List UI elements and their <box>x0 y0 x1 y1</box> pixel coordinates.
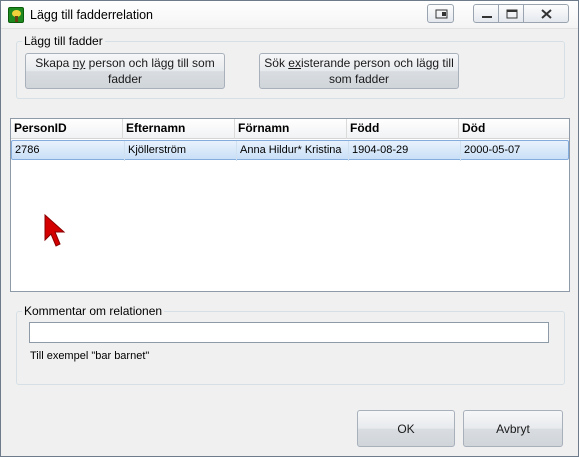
column-header-fornamn[interactable]: Förnamn <box>235 119 347 139</box>
close-button[interactable] <box>523 4 569 23</box>
table-header: PersonID Efternamn Förnamn Född Död <box>11 119 569 139</box>
maximize-icon <box>506 9 518 19</box>
column-header-efternamn[interactable]: Efternamn <box>123 119 235 139</box>
extra-window-button[interactable] <box>427 4 454 23</box>
search-existing-person-label: Sök existerande person och lägg till som… <box>264 56 454 86</box>
minimize-button[interactable] <box>473 4 499 23</box>
minimize-icon <box>482 16 492 18</box>
create-new-person-button[interactable]: Skapa ny person och lägg till som fadder <box>25 53 225 89</box>
cell-dod: 2000-05-07 <box>460 141 569 161</box>
window-menu-icon <box>435 9 448 19</box>
window-title: Lägg till fadderrelation <box>30 8 153 22</box>
comment-legend: Kommentar om relationen <box>24 304 163 318</box>
comment-hint: Till exempel "bar barnet" <box>30 350 150 362</box>
add-godparent-legend: Lägg till fadder <box>24 34 103 48</box>
mouse-cursor-icon <box>44 214 66 247</box>
cell-efternamn: Kjöllerström <box>124 141 236 161</box>
person-table[interactable]: PersonID Efternamn Förnamn Född Död 2786… <box>10 118 570 292</box>
cell-fodd: 1904-08-29 <box>348 141 460 161</box>
comment-input[interactable] <box>29 322 549 343</box>
cell-personid: 2786 <box>15 144 40 156</box>
title-bar[interactable]: Lägg till fadderrelation <box>1 1 578 29</box>
table-row[interactable]: 2786 Kjöllerström Anna Hildur* Kristina … <box>11 140 569 161</box>
column-header-dod[interactable]: Död <box>459 119 569 139</box>
maximize-button[interactable] <box>498 4 524 23</box>
search-existing-person-button[interactable]: Sök existerande person och lägg till som… <box>259 53 459 89</box>
ok-button[interactable]: OK <box>357 410 455 447</box>
column-header-personid[interactable]: PersonID <box>11 119 123 139</box>
column-header-fodd[interactable]: Född <box>347 119 459 139</box>
cancel-button[interactable]: Avbryt <box>463 410 563 447</box>
comment-group: Kommentar om relationen <box>16 304 565 385</box>
dialog-window: Lägg till fadderrelation Lägg till fadde… <box>0 0 579 457</box>
create-new-person-label: Skapa ny person och lägg till som fadder <box>35 56 215 86</box>
close-icon <box>541 9 552 19</box>
cell-fornamn: Anna Hildur* Kristina <box>236 141 348 161</box>
app-tree-icon <box>8 7 24 23</box>
